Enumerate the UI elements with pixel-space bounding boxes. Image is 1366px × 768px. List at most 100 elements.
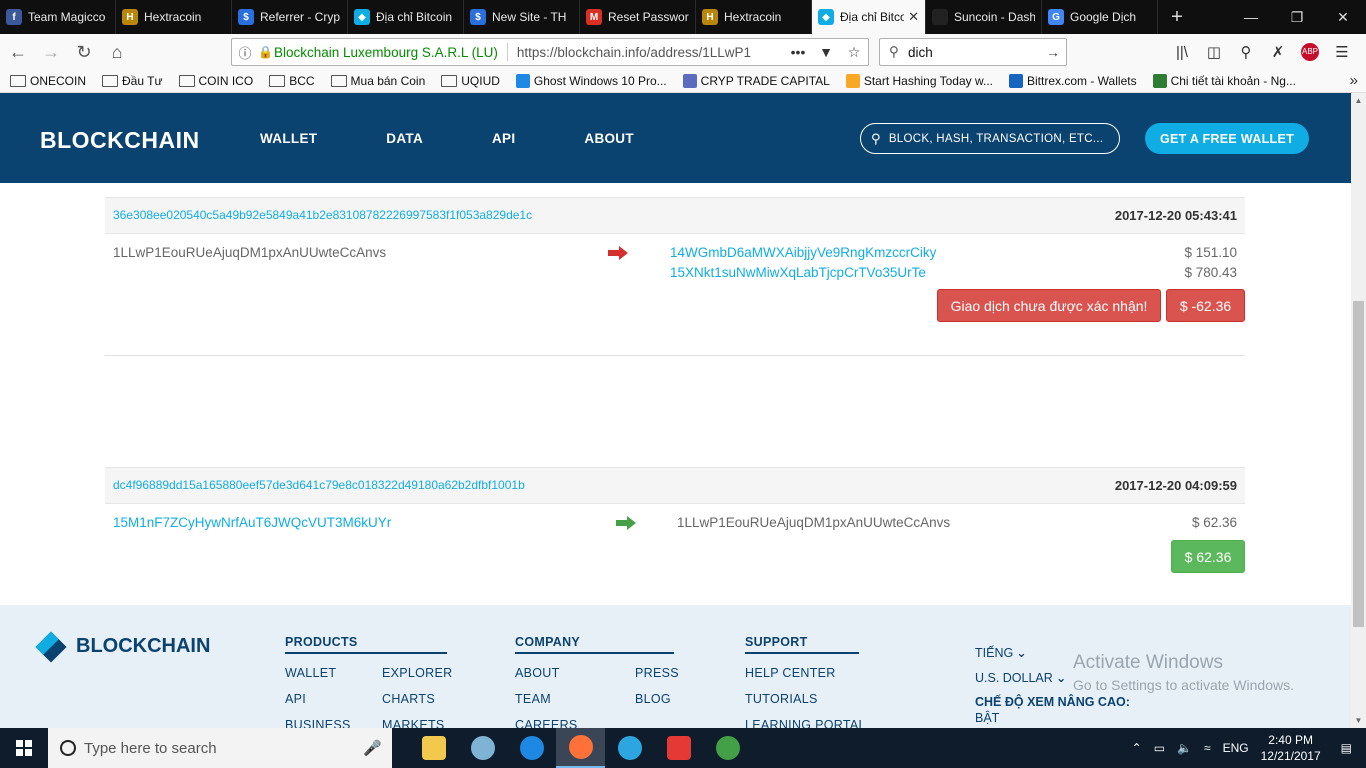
- wifi-icon[interactable]: ≈: [1204, 741, 1211, 755]
- more-bookmarks-icon[interactable]: »: [1350, 72, 1358, 89]
- pocket-icon[interactable]: ▼: [812, 44, 840, 60]
- chevron-up-icon[interactable]: ⌃: [1132, 741, 1142, 755]
- footer-link[interactable]: API: [285, 692, 382, 708]
- search-go-icon[interactable]: →: [1040, 45, 1066, 60]
- browser-tab[interactable]: H Hextracoin: [696, 0, 812, 34]
- browser-tab[interactable]: $ Referrer - Cryp: [232, 0, 348, 34]
- input-address[interactable]: 15M1nF7ZCyHywNrfAuT6JWQcVUT3M6kUYr: [113, 515, 391, 530]
- bookmark-item[interactable]: Mua bán Coin: [330, 74, 425, 88]
- microphone-icon[interactable]: 🎤: [363, 739, 382, 757]
- nav-wallet[interactable]: WALLET: [260, 131, 317, 146]
- menu-icon[interactable]: ☰: [1326, 43, 1358, 61]
- advanced-view-toggle[interactable]: BẬT: [975, 711, 1130, 725]
- url-bar[interactable]: ⓘ 🔒 Blockchain Luxembourg S.A.R.L (LU) h…: [231, 38, 869, 66]
- page-scrollbar[interactable]: ▲ ▼: [1351, 93, 1366, 728]
- footer-link[interactable]: TEAM: [515, 692, 635, 708]
- close-tab-icon[interactable]: ✕: [908, 9, 919, 25]
- home-button[interactable]: ⌂: [102, 37, 132, 67]
- taskbar-app[interactable]: [654, 728, 703, 768]
- net-amount-badge[interactable]: $ 62.36: [1171, 540, 1245, 573]
- battery-icon[interactable]: ▭: [1154, 741, 1165, 755]
- footer-link[interactable]: TUTORIALS: [745, 692, 885, 708]
- adblock-icon[interactable]: ABP: [1301, 43, 1319, 61]
- transaction-hash[interactable]: 36e308ee020540c5a49b92e5849a41b2e8310878…: [113, 208, 532, 222]
- taskbar-search[interactable]: Type here to search 🎤: [48, 728, 392, 768]
- reload-button[interactable]: ↻: [69, 37, 99, 67]
- footer-link[interactable]: BUSINESS: [285, 718, 382, 728]
- bookmark-item[interactable]: Ghost Windows 10 Pro...: [515, 74, 667, 88]
- scroll-down-icon[interactable]: ▼: [1351, 713, 1366, 728]
- new-tab-button[interactable]: +: [1158, 0, 1196, 34]
- browser-tab[interactable]: $ New Site - TH: [464, 0, 580, 34]
- start-button[interactable]: [0, 728, 48, 768]
- input-language[interactable]: ENG: [1223, 741, 1249, 755]
- transaction-card: dc4f96889dd15a165880eef57de3d641c79e8c01…: [105, 467, 1245, 605]
- info-icon[interactable]: ⓘ: [232, 43, 258, 62]
- scroll-up-icon[interactable]: ▲: [1351, 93, 1366, 108]
- sidebar-icon[interactable]: ◫: [1198, 43, 1230, 61]
- transaction-hash[interactable]: dc4f96889dd15a165880eef57de3d641c79e8c01…: [113, 478, 525, 492]
- back-button[interactable]: ←: [3, 37, 33, 67]
- search-input[interactable]: dich: [908, 45, 1040, 60]
- taskbar-app[interactable]: [409, 728, 458, 768]
- bookmark-item[interactable]: CRYP TRADE CAPITAL: [682, 74, 830, 88]
- footer-link[interactable]: BLOG: [635, 692, 695, 708]
- bookmark-item[interactable]: ONECOIN: [10, 74, 86, 88]
- volume-icon[interactable]: 🔈: [1177, 741, 1192, 755]
- forward-button[interactable]: →: [36, 37, 66, 67]
- clock[interactable]: 2:40 PM 12/21/2017: [1261, 732, 1321, 764]
- net-amount-badge[interactable]: $ -62.36: [1166, 289, 1245, 322]
- browser-tab[interactable]: G Google Dịch: [1042, 0, 1158, 34]
- search-bar[interactable]: ⚲ dich →: [879, 38, 1067, 66]
- nav-api[interactable]: API: [492, 131, 515, 146]
- close-window-icon[interactable]: ✕: [1320, 0, 1366, 34]
- taskbar-app[interactable]: [605, 728, 654, 768]
- output-address[interactable]: 14WGmbD6aMWXAibjjyVe9RngKmzccrCiky: [670, 245, 936, 260]
- browser-tab[interactable]: f Team Magicco: [0, 0, 116, 34]
- nav-about[interactable]: ABOUT: [584, 131, 634, 146]
- site-search-input[interactable]: ⚲ BLOCK, HASH, TRANSACTION, ETC...: [860, 123, 1120, 154]
- scrollbar-thumb[interactable]: [1353, 301, 1364, 627]
- site-logo[interactable]: BLOCKCHAIN: [40, 127, 200, 154]
- restore-icon[interactable]: ❐: [1274, 0, 1320, 34]
- bookmark-item[interactable]: BCC: [269, 74, 315, 88]
- page-actions-icon[interactable]: •••: [784, 44, 812, 60]
- bookmark-item[interactable]: UQIUD: [441, 74, 500, 88]
- browser-tab[interactable]: ◆ Địa chỉ Bitcoin: [348, 0, 464, 34]
- taskbar-app[interactable]: [556, 728, 605, 768]
- bookmark-item[interactable]: Đầu Tư: [102, 74, 163, 88]
- footer-link[interactable]: WALLET: [285, 666, 382, 682]
- bookmark-item[interactable]: COIN ICO: [178, 74, 253, 88]
- browser-tab[interactable]: H Hextracoin: [116, 0, 232, 34]
- nav-data[interactable]: DATA: [386, 131, 423, 146]
- taskbar-app[interactable]: [458, 728, 507, 768]
- footer-link[interactable]: HELP CENTER: [745, 666, 885, 682]
- footer-link[interactable]: MARKETS: [382, 718, 462, 728]
- url-text[interactable]: https://blockchain.info/address/1LLwP1: [517, 45, 784, 60]
- taskbar-app[interactable]: [703, 728, 752, 768]
- browser-tab[interactable]: Suncoin - Dashbo: [926, 0, 1042, 34]
- get-free-wallet-button[interactable]: GET A FREE WALLET: [1145, 123, 1309, 154]
- x-extension-icon[interactable]: ✗: [1262, 43, 1294, 61]
- footer-link[interactable]: CAREERS: [515, 718, 635, 728]
- bookmark-item[interactable]: Chi tiết tài khoản - Ng...: [1152, 74, 1296, 88]
- site-identity[interactable]: Blockchain Luxembourg S.A.R.L (LU): [274, 45, 498, 60]
- browser-tab[interactable]: ◆ Địa chỉ Bitco ✕: [812, 0, 926, 34]
- browser-tab[interactable]: M Reset Password: [580, 0, 696, 34]
- footer-logo[interactable]: BLOCKCHAIN: [35, 630, 210, 663]
- bookmark-item[interactable]: Bittrex.com - Wallets: [1009, 74, 1137, 88]
- minimize-icon[interactable]: —: [1228, 0, 1274, 34]
- footer-link[interactable]: ABOUT: [515, 666, 635, 682]
- footer-link[interactable]: LEARNING PORTAL: [745, 718, 885, 728]
- footer-link[interactable]: PRESS: [635, 666, 695, 682]
- bookmark-star-icon[interactable]: ☆: [840, 44, 868, 61]
- footer-link[interactable]: EXPLORER: [382, 666, 462, 682]
- bookmark-item[interactable]: Start Hashing Today w...: [845, 74, 993, 88]
- output-address[interactable]: 15XNkt1suNwMiwXqLabTjcpCrTVo35UrTe: [670, 265, 926, 280]
- taskbar-app[interactable]: [507, 728, 556, 768]
- footer-link[interactable]: CHARTS: [382, 692, 462, 708]
- notifications-icon[interactable]: ▤: [1341, 741, 1352, 755]
- footer-link[interactable]: [635, 718, 695, 728]
- zoom-search-icon[interactable]: ⚲: [1230, 43, 1262, 61]
- library-icon[interactable]: ||\: [1166, 44, 1198, 61]
